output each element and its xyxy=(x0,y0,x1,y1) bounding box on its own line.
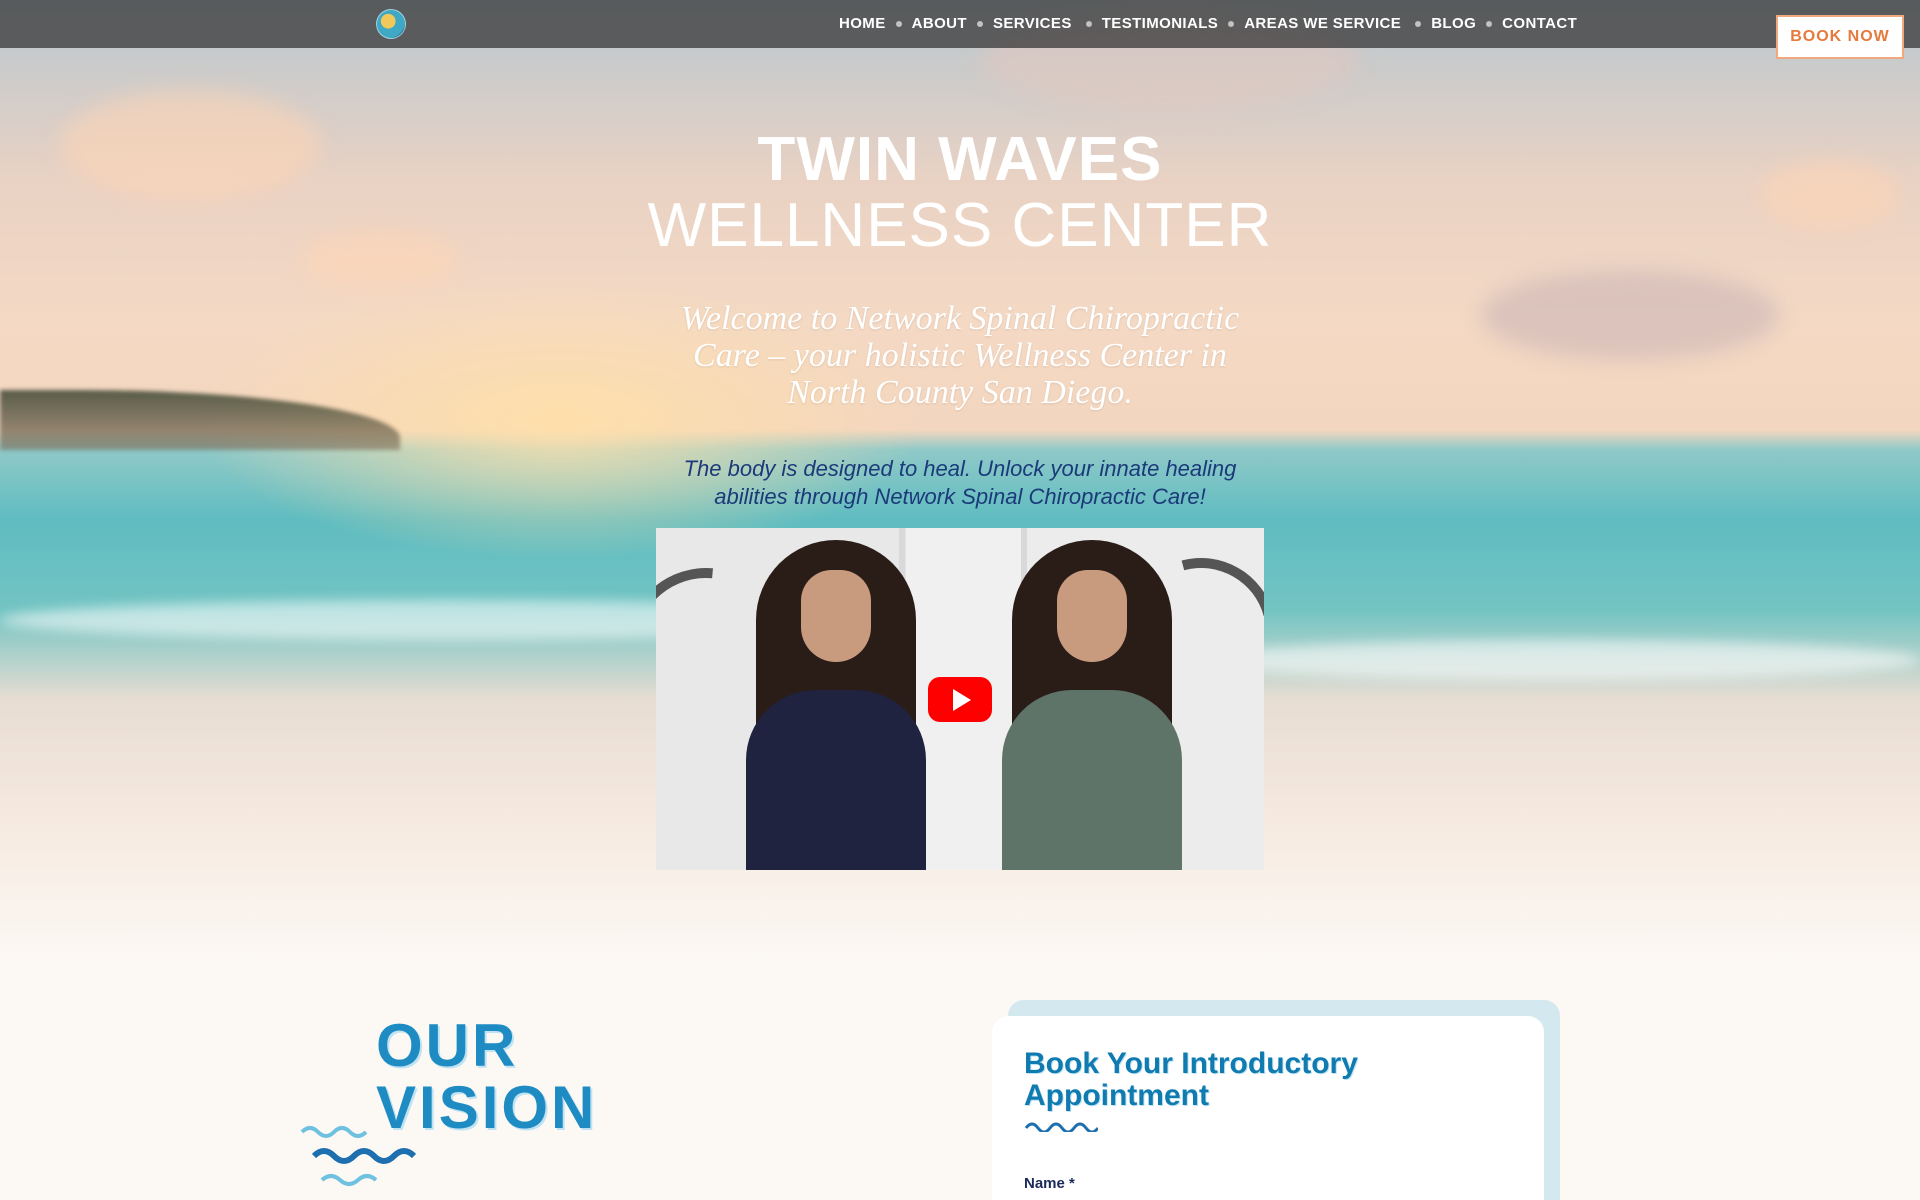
intro-video[interactable] xyxy=(656,528,1264,870)
cloud xyxy=(1480,270,1780,360)
palm-island xyxy=(0,390,400,450)
name-field-label: Name * xyxy=(1024,1175,1075,1192)
presenter-left xyxy=(736,540,936,870)
nav-home[interactable]: HOME xyxy=(839,15,886,32)
hero-title: TWIN WAVES WELLNESS CENTER xyxy=(560,128,1360,260)
nav-contact[interactable]: CONTACT xyxy=(1502,15,1577,32)
cloud xyxy=(60,90,320,200)
play-icon xyxy=(953,688,971,711)
hero-title-line1: TWIN WAVES xyxy=(757,125,1163,194)
nav-separator-dot xyxy=(1486,20,1493,27)
face xyxy=(801,570,871,662)
youtube-play-button[interactable] xyxy=(928,677,992,722)
face xyxy=(1057,570,1127,662)
wave-foam xyxy=(1200,640,1920,680)
green-blouse xyxy=(1002,690,1182,870)
nav-separator-dot xyxy=(1085,20,1092,27)
nav-menu: HOME ABOUT SERVICES TESTIMONIALS AREAS W… xyxy=(839,15,1577,32)
hero-title-line2: WELLNESS CENTER xyxy=(647,191,1273,260)
welcome-text: Welcome to Network Spinal Chiropractic C… xyxy=(680,300,1240,411)
hero-tagline: The body is designed to heal. Unlock you… xyxy=(683,456,1237,509)
form-title: Book Your Introductory Appointment xyxy=(1024,1047,1358,1112)
nav-testimonials[interactable]: TESTIMONIALS xyxy=(1102,15,1218,32)
decorative-waves-icon xyxy=(300,1126,417,1186)
nav-separator-dot xyxy=(1228,20,1235,27)
title-underline-wave-icon xyxy=(1024,1122,1098,1132)
logo-icon[interactable] xyxy=(376,9,406,39)
cloud xyxy=(1760,160,1900,230)
nav-areas-we-service[interactable]: AREAS WE SERVICE xyxy=(1244,15,1401,32)
nav-services[interactable]: SERVICES xyxy=(993,15,1072,32)
nav-about[interactable]: ABOUT xyxy=(912,15,967,32)
nav-separator-dot xyxy=(1415,20,1422,27)
nav-separator-dot xyxy=(976,20,983,27)
book-now-button[interactable]: BOOK NOW xyxy=(1776,15,1904,59)
presenter-right xyxy=(992,540,1192,870)
nav-separator-dot xyxy=(895,20,902,27)
navy-top xyxy=(746,690,926,870)
vision-line1: OUR xyxy=(376,1012,519,1079)
nav-blog[interactable]: BLOG xyxy=(1431,15,1476,32)
top-navbar: HOME ABOUT SERVICES TESTIMONIALS AREAS W… xyxy=(0,0,1920,48)
cloud xyxy=(300,230,460,290)
